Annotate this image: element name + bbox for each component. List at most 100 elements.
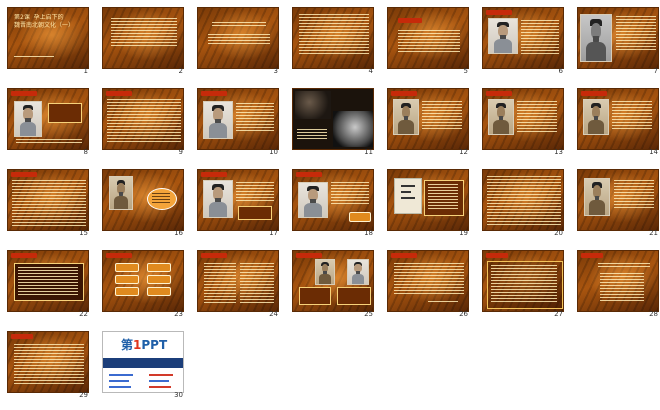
menu-button bbox=[147, 287, 171, 296]
photo-image bbox=[295, 91, 331, 119]
slide-thumbnail[interactable]: 26 bbox=[387, 250, 469, 319]
slide-thumbnail[interactable]: 24 bbox=[197, 250, 279, 319]
menu-button bbox=[147, 275, 171, 284]
slide-heading-tag bbox=[391, 91, 417, 96]
slide-number: 4 bbox=[368, 67, 373, 75]
slide-preview bbox=[387, 7, 469, 69]
slide-thumbnail[interactable]: 9 bbox=[102, 88, 184, 157]
slide-thumbnail[interactable]: 18 bbox=[292, 169, 374, 238]
slide-preview bbox=[197, 7, 279, 69]
slide-thumbnail[interactable]: 22 bbox=[7, 250, 89, 319]
slide-number: 23 bbox=[174, 310, 183, 318]
menu-button bbox=[115, 275, 139, 284]
slide-thumbnail[interactable]: 10 bbox=[197, 88, 279, 157]
slide-thumbnail[interactable]: 第1PPT 30 bbox=[102, 331, 184, 400]
slide-thumbnail[interactable]: 23 bbox=[102, 250, 184, 319]
slide-title: 第2课 孕上启下的 魏晋南北朝文化（一） bbox=[14, 14, 75, 29]
slide-number: 19 bbox=[459, 229, 468, 237]
slide-thumbnail[interactable]: 5 bbox=[387, 7, 469, 76]
slide-number: 27 bbox=[554, 310, 563, 318]
slide-heading-tag bbox=[581, 253, 603, 258]
slide-thumbnail[interactable]: 19 bbox=[387, 169, 469, 238]
slide-sorter-grid: 第2课 孕上启下的 魏晋南北朝文化（一） 1 2 3 4 5 6 7 8 9 1… bbox=[7, 7, 659, 400]
menu-button bbox=[115, 263, 139, 272]
slide-text bbox=[521, 20, 559, 54]
slide-number: 13 bbox=[554, 148, 563, 156]
slide-thumbnail[interactable]: 11 bbox=[292, 88, 374, 157]
portrait-image bbox=[298, 182, 328, 218]
slide-preview bbox=[387, 169, 469, 231]
slide-thumbnail[interactable]: 8 bbox=[7, 88, 89, 157]
slide-thumbnail[interactable]: 21 bbox=[577, 169, 659, 238]
slide-number: 6 bbox=[558, 67, 563, 75]
slide-text bbox=[16, 139, 82, 143]
slide-thumbnail[interactable]: 20 bbox=[482, 169, 564, 238]
slide-text bbox=[487, 176, 561, 226]
menu-button bbox=[147, 263, 171, 272]
slide-heading-tag bbox=[398, 18, 422, 23]
slide-preview bbox=[102, 7, 184, 69]
slide-thumbnail[interactable]: 17 bbox=[197, 169, 279, 238]
slide-text bbox=[204, 263, 236, 303]
slide-preview bbox=[102, 250, 184, 312]
slide-thumbnail[interactable]: 14 bbox=[577, 88, 659, 157]
slide-text bbox=[616, 16, 656, 50]
slide-number: 14 bbox=[649, 148, 658, 156]
slide-preview: 第2课 孕上启下的 魏晋南北朝文化（一） bbox=[7, 7, 89, 69]
slide-thumbnail[interactable]: 28 bbox=[577, 250, 659, 319]
slide-heading-tag bbox=[11, 91, 37, 96]
slide-number: 20 bbox=[554, 229, 563, 237]
portrait-image bbox=[488, 18, 518, 54]
slide-preview bbox=[102, 88, 184, 150]
slide-preview bbox=[197, 169, 279, 231]
slide-thumbnail[interactable]: 16 bbox=[102, 169, 184, 238]
slide-thumbnail[interactable]: 第2课 孕上启下的 魏晋南北朝文化（一） 1 bbox=[7, 7, 89, 76]
slide-thumbnail[interactable]: 4 bbox=[292, 7, 374, 76]
slide-number: 7 bbox=[653, 67, 658, 75]
slide-thumbnail[interactable]: 25 bbox=[292, 250, 374, 319]
slide-number: 25 bbox=[364, 310, 373, 318]
portrait-image bbox=[109, 176, 133, 210]
slide-preview bbox=[197, 88, 279, 150]
slide-preview bbox=[482, 7, 564, 69]
link-line bbox=[109, 374, 133, 376]
slide-preview bbox=[387, 88, 469, 150]
brand-logo: 第1PPT bbox=[121, 338, 168, 352]
slide-heading-tag bbox=[486, 253, 508, 258]
slide-text bbox=[240, 263, 274, 303]
slide-text bbox=[107, 99, 181, 143]
slide-text bbox=[491, 265, 557, 303]
slide-preview bbox=[7, 331, 89, 393]
slide-thumbnail[interactable]: 7 bbox=[577, 7, 659, 76]
slide-number: 12 bbox=[459, 148, 468, 156]
slide-thumbnail[interactable]: 2 bbox=[102, 7, 184, 76]
portrait-image bbox=[584, 178, 610, 216]
slide-thumbnail[interactable]: 6 bbox=[482, 7, 564, 76]
slide-thumbnail[interactable]: 15 bbox=[7, 169, 89, 238]
slide-number: 11 bbox=[364, 148, 373, 156]
portrait-image bbox=[583, 99, 609, 135]
slide-preview bbox=[197, 250, 279, 312]
slide-number: 17 bbox=[269, 229, 278, 237]
slide-text bbox=[236, 103, 274, 131]
slide-preview bbox=[577, 7, 659, 69]
slide-text bbox=[398, 30, 460, 54]
slide-text bbox=[394, 263, 464, 295]
slide-thumbnail[interactable]: 29 bbox=[7, 331, 89, 400]
slide-thumbnail[interactable]: 13 bbox=[482, 88, 564, 157]
slide-preview bbox=[482, 250, 564, 312]
slide-preview bbox=[577, 88, 659, 150]
banner-strip bbox=[103, 358, 183, 368]
slide-text bbox=[612, 101, 652, 131]
slide-text bbox=[331, 182, 369, 204]
slide-thumbnail[interactable]: 12 bbox=[387, 88, 469, 157]
slide-thumbnail[interactable]: 3 bbox=[197, 7, 279, 76]
slide-preview bbox=[292, 7, 374, 69]
slide-preview bbox=[102, 169, 184, 231]
slide-thumbnail[interactable]: 27 bbox=[482, 250, 564, 319]
photo-image bbox=[333, 111, 373, 147]
link-line bbox=[149, 386, 171, 388]
text-box bbox=[238, 206, 272, 220]
slide-text bbox=[14, 56, 54, 59]
portrait-image bbox=[580, 14, 612, 62]
